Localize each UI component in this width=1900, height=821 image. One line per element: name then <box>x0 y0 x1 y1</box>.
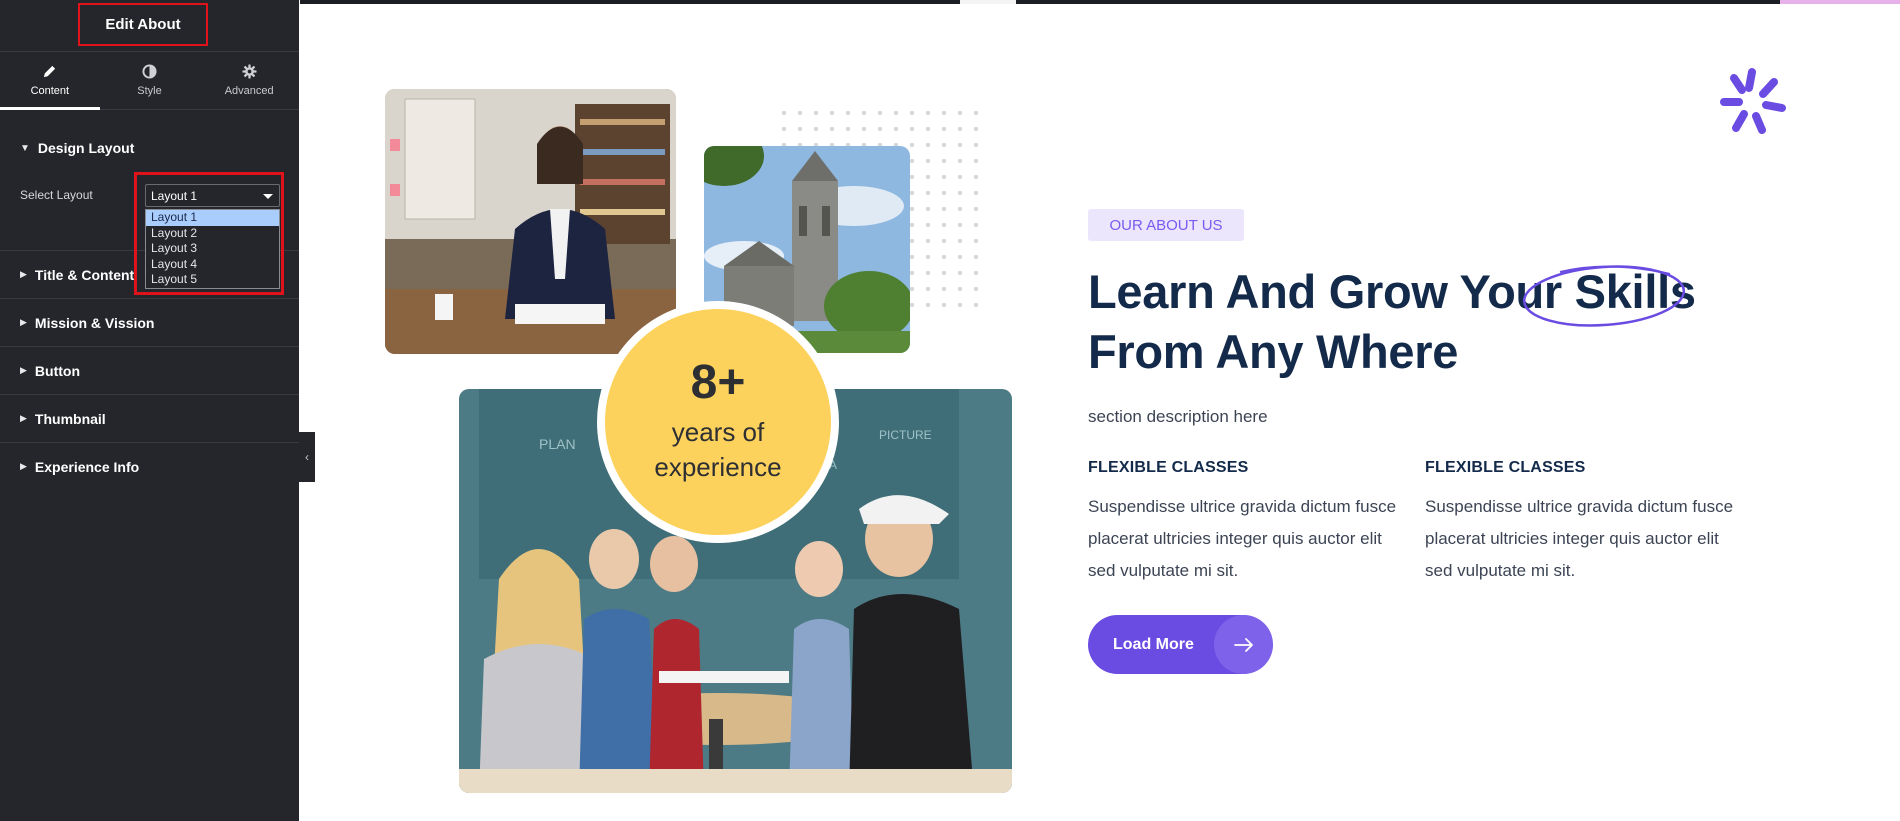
section-description: section description here <box>1088 407 1268 426</box>
layout-select[interactable]: Layout 1 <box>145 184 280 207</box>
arrow-right-icon <box>1214 615 1273 674</box>
section-thumbnail[interactable]: ▶ Thumbnail <box>0 395 299 443</box>
top-bar-highlight <box>960 0 1016 4</box>
svg-text:PLAN: PLAN <box>539 436 576 452</box>
section-label: Mission & Vission <box>34 314 155 331</box>
section-button[interactable]: ▶ Button <box>0 347 299 395</box>
feature-title: FLEXIBLE CLASSES <box>1425 459 1586 476</box>
experience-badge: 8+ years of experience <box>597 301 839 543</box>
caret-right-icon: ▶ <box>20 461 27 471</box>
feature-text: Suspendisse ultrice gravida dictum fusce… <box>1425 497 1734 580</box>
feature-text: Suspendisse ultrice gravida dictum fusce… <box>1088 497 1397 580</box>
experience-line1: years of <box>671 416 765 447</box>
tab-label: Style <box>137 85 162 97</box>
section-tag: OUR ABOUT US <box>1088 209 1244 241</box>
sparkle-decoration-icon <box>1720 68 1786 134</box>
section-title-content[interactable]: ▶ Title & Content <box>0 251 299 299</box>
heading-line-2: From Any Where <box>1088 325 1459 378</box>
editor-sidebar: Edit About Content Style Advanced ▼ Desi… <box>0 0 299 821</box>
section-label: Title & Content <box>34 266 135 283</box>
collapse-panel-handle[interactable]: ‹ <box>299 432 315 482</box>
top-bar <box>300 0 1900 4</box>
highlight-ellipse <box>1522 265 1686 327</box>
tab-label: Advanced <box>224 85 274 97</box>
chevron-left-icon: ‹ <box>305 450 309 464</box>
experience-number: 8+ <box>690 355 746 409</box>
feature-item: FLEXIBLE CLASSES Suspendisse ultrice gra… <box>1425 459 1745 587</box>
experience-line2: experience <box>654 452 782 482</box>
tab-style[interactable]: Style <box>100 52 200 109</box>
section-label: Experience Info <box>34 458 140 475</box>
layout-select-value: Layout 1 <box>151 188 198 203</box>
layout-option[interactable]: Layout 1 <box>146 210 279 226</box>
caret-down-icon: ▼ <box>20 142 30 154</box>
layout-option[interactable]: Layout 2 <box>146 226 279 242</box>
caret-right-icon: ▶ <box>20 269 27 279</box>
svg-text:PICTURE: PICTURE <box>879 428 932 442</box>
section-label: Design Layout <box>37 140 135 156</box>
button-label: Load More <box>1113 635 1194 653</box>
pencil-icon <box>44 65 56 78</box>
gear-icon <box>242 64 257 79</box>
select-layout-label: Select Layout <box>20 188 93 202</box>
top-bar-accent <box>1780 0 1900 4</box>
tab-label: Content <box>30 85 70 97</box>
tab-advanced[interactable]: Advanced <box>199 52 299 109</box>
panel-title: Edit About <box>78 3 208 46</box>
section-experience-info[interactable]: ▶ Experience Info <box>0 443 299 490</box>
caret-right-icon: ▶ <box>20 317 27 327</box>
load-more-button[interactable]: Load More <box>1088 615 1273 674</box>
design-layout-header[interactable]: ▼ Design Layout <box>0 128 299 168</box>
section-mission-vission[interactable]: ▶ Mission & Vission <box>0 299 299 347</box>
caret-right-icon: ▶ <box>20 365 27 375</box>
section-label: Thumbnail <box>34 410 106 427</box>
caret-right-icon: ▶ <box>20 413 27 423</box>
sidebar-header: Edit About <box>0 0 299 52</box>
tab-content[interactable]: Content <box>0 52 100 110</box>
feature-item: FLEXIBLE CLASSES Suspendisse ultrice gra… <box>1088 459 1408 587</box>
feature-title: FLEXIBLE CLASSES <box>1088 459 1249 476</box>
panel-tabs: Content Style Advanced <box>0 52 299 110</box>
section-label: Button <box>34 362 81 379</box>
half-circle-icon <box>142 64 157 79</box>
dropdown-caret-icon <box>263 194 273 199</box>
teacher-photo <box>385 89 676 354</box>
